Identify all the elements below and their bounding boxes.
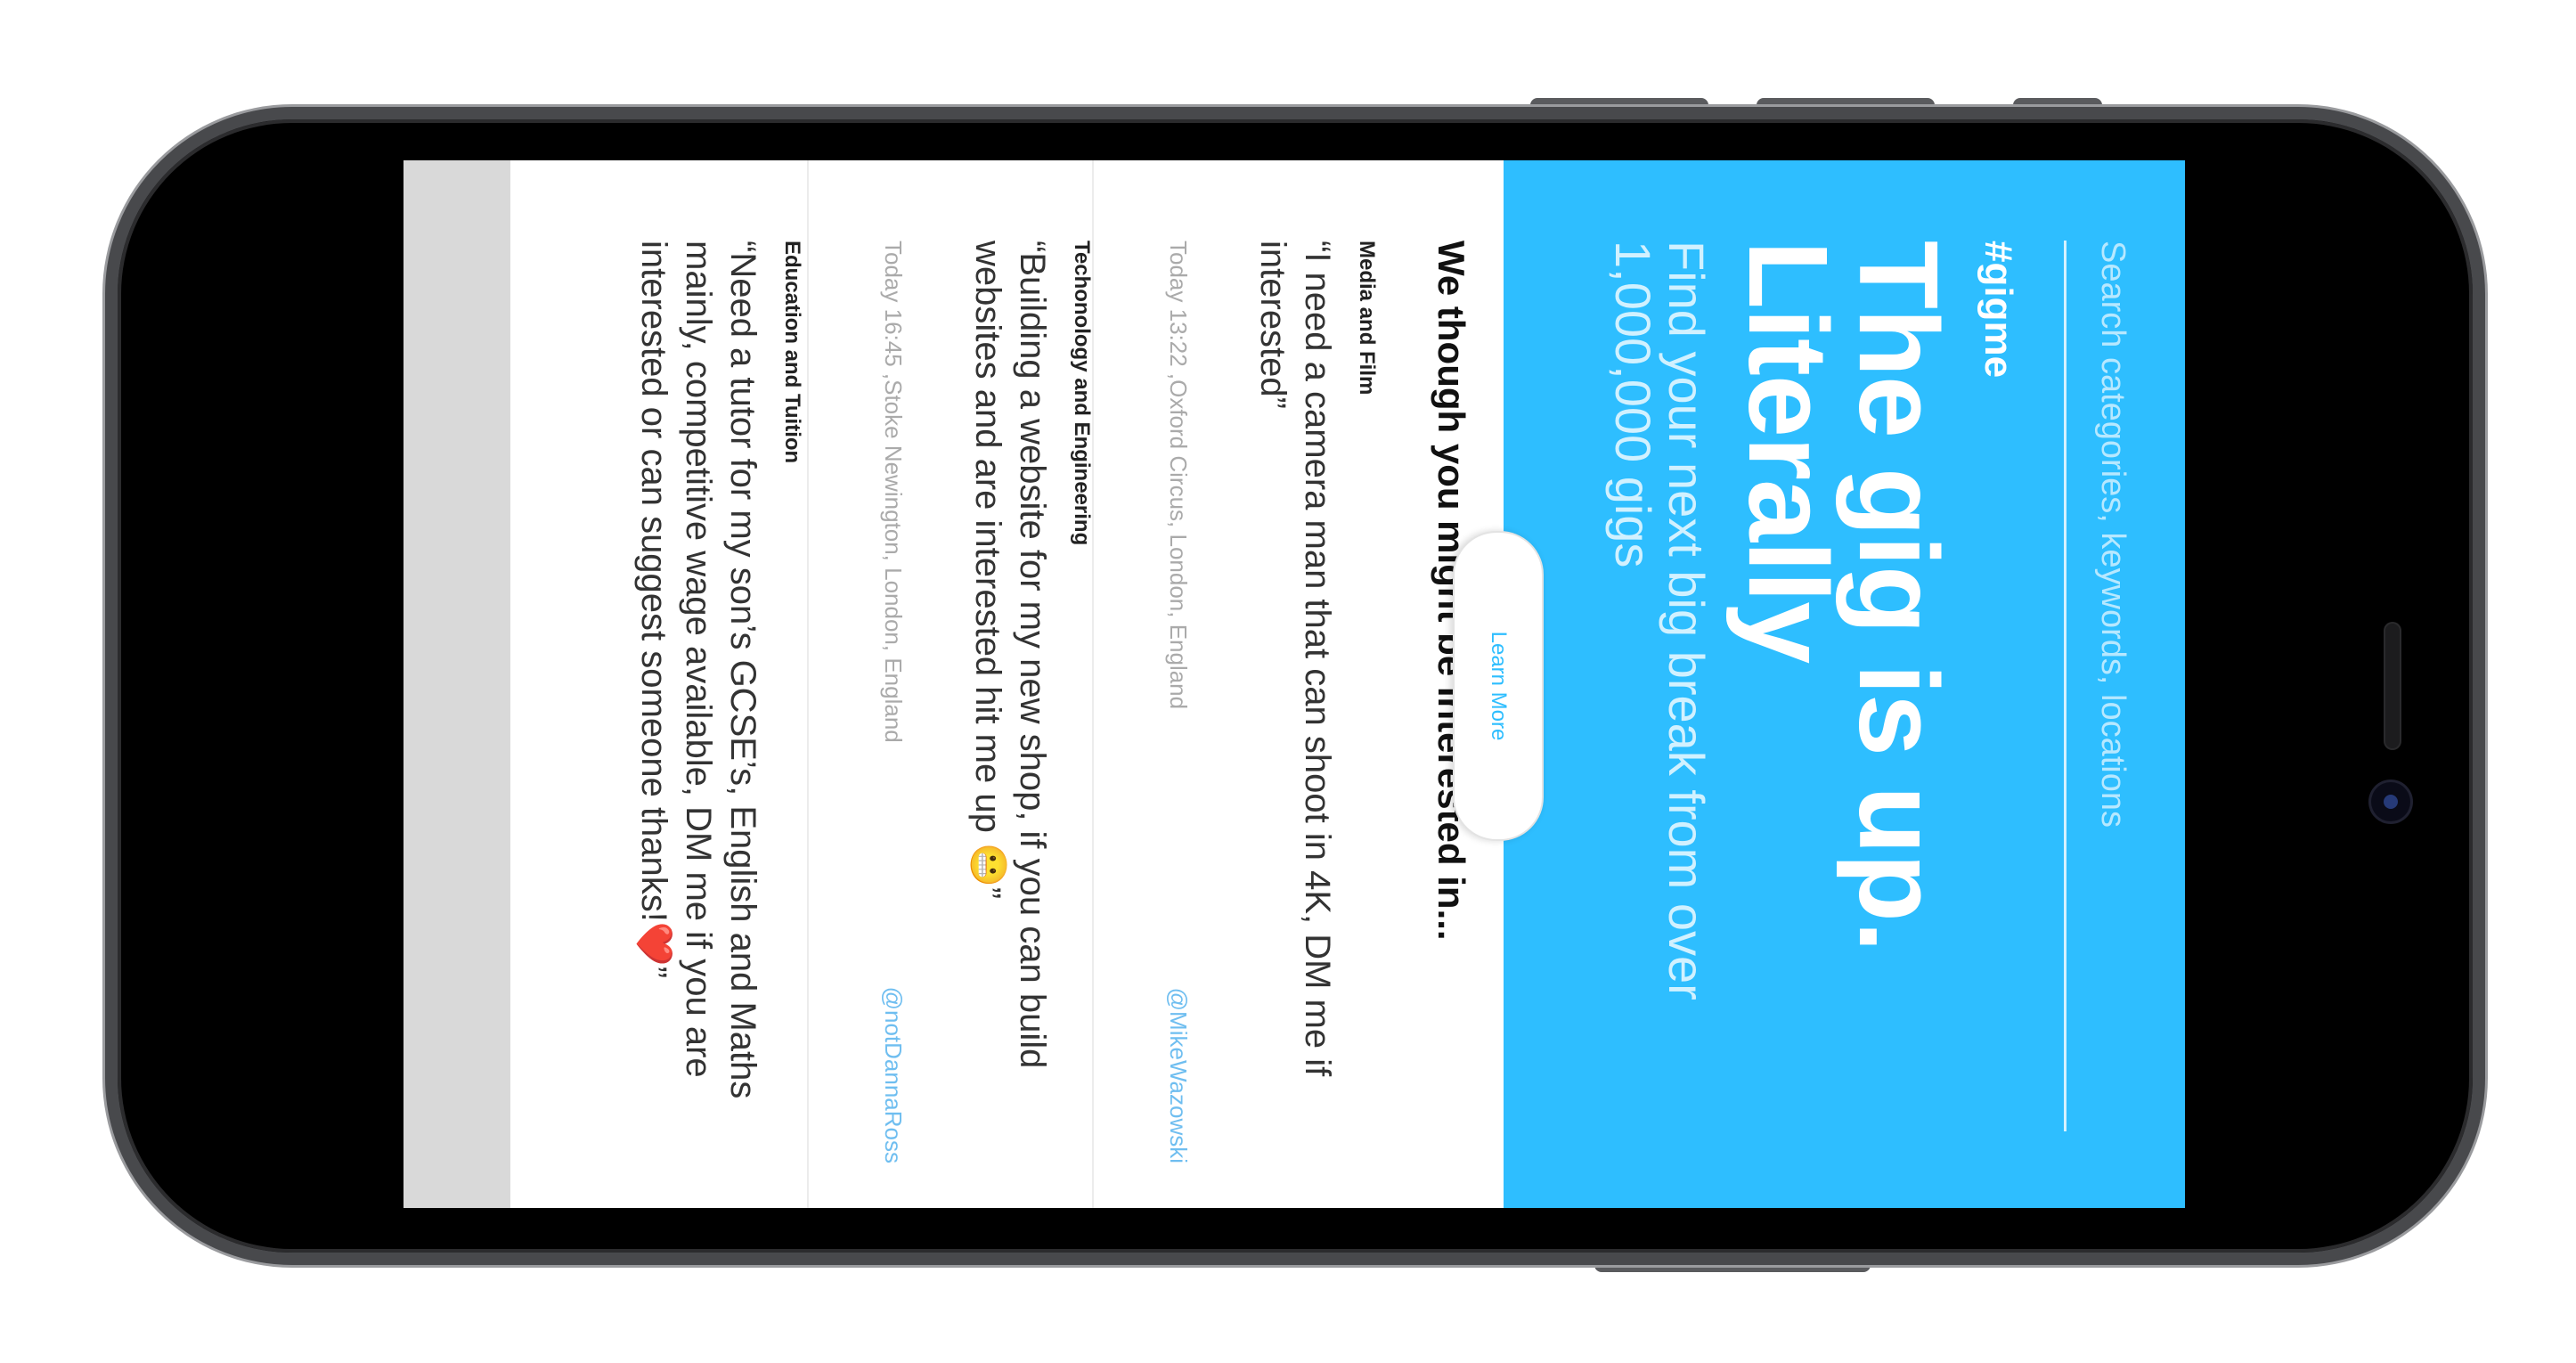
hero-subtitle: Find your next big break from over 1,000…	[1605, 241, 1715, 1000]
post-handle-link[interactable]: @notDannaRoss	[879, 987, 907, 1163]
speaker-grille	[2385, 624, 2400, 748]
footer-band	[404, 160, 510, 1208]
hero-banner: Search categories, keywords, locations #…	[1504, 160, 2185, 1208]
post-handle-link[interactable]: @MikeWazowski	[1164, 988, 1192, 1163]
gig-post[interactable]: Techonology and Engineering “Building a …	[807, 160, 1094, 1208]
post-category: Education and Tuition	[780, 241, 804, 464]
post-text: “I need a camera man that can shoot in 4…	[1253, 241, 1337, 1077]
hero-title: The gig is up. Literally	[1725, 241, 1961, 951]
gig-post[interactable]: Education and Tuition “Need a tutor for …	[519, 160, 804, 1208]
front-camera	[2371, 782, 2410, 821]
post-meta: Today 16:45 ,Stoke Newington, London, En…	[880, 241, 907, 743]
learn-more-button[interactable]: Learn More	[1453, 531, 1544, 841]
brand-hashtag: #gigme	[1977, 241, 2020, 379]
app-page: Search categories, keywords, locations #…	[404, 160, 2185, 1208]
phone-screen: Search categories, keywords, locations #…	[404, 160, 2185, 1208]
post-category: Media and Film	[1355, 241, 1379, 396]
post-meta: Today 13:22 ,Oxford Circus, London, Engl…	[1165, 241, 1192, 710]
post-category: Techonology and Engineering	[1070, 241, 1094, 546]
gig-post[interactable]: Media and Film “I need a camera man that…	[1092, 160, 1379, 1208]
search-input[interactable]: Search categories, keywords, locations	[2064, 241, 2149, 1131]
post-text: “Need a tutor for my son’s GCSE’s, Engli…	[634, 241, 762, 1099]
post-text: “Building a website for my new shop, if …	[968, 241, 1052, 1069]
